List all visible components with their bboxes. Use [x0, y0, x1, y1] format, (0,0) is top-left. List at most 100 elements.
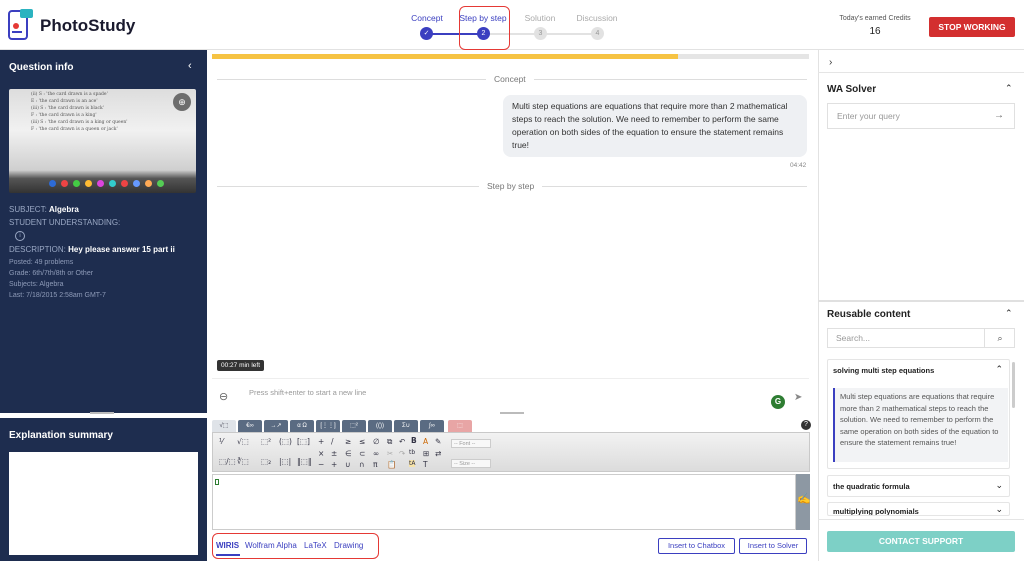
math-toolbar: ⅟ √⬚ ⬚² (⬚) [⬚] + / ≥ ≤ ∅ ⧉ ↶ B A ✎ -- F… [212, 432, 810, 472]
lte-icon[interactable]: ≤ [359, 437, 365, 446]
element-of-icon[interactable]: ∈ [345, 449, 352, 458]
chevron-left-icon[interactable]: ‹ [188, 60, 192, 72]
chevron-right-icon[interactable]: › [829, 57, 832, 68]
image-line: (iii) S : 'the card drawn is a king or q… [31, 120, 128, 125]
chat-input-placeholder: Press shift+enter to start a new line [249, 388, 367, 397]
resize-handle[interactable] [90, 412, 114, 414]
color-icon[interactable]: A [423, 437, 428, 446]
hand-icon: ✍ [797, 493, 811, 505]
editor-tab[interactable]: €∞ [238, 420, 262, 432]
progress-bar [212, 54, 809, 59]
help-icon[interactable]: ? [801, 420, 811, 430]
image-line: (iii) S : 'the card drawn is black' [31, 106, 104, 111]
step-label-discussion[interactable]: Discussion [562, 13, 632, 23]
editor-cursor [215, 479, 219, 485]
editor-tab[interactable]: →↗ [264, 420, 288, 432]
intersection-icon[interactable]: ∩ [359, 460, 365, 469]
check-icon[interactable]: ✓ [420, 27, 433, 40]
step-number-3[interactable]: 3 [534, 27, 547, 40]
image-line: F : 'the card drawn is a king' [31, 113, 97, 118]
explanation-input[interactable] [9, 452, 198, 555]
description-value: Hey please answer 15 part ii [68, 245, 175, 254]
times-icon[interactable]: × [318, 449, 324, 458]
scrollbar[interactable] [1012, 362, 1015, 408]
description-row: DESCRIPTION: Hey please answer 15 part i… [9, 245, 175, 254]
highlight-annotation-step [459, 6, 510, 50]
text-size-icon[interactable]: T [423, 460, 428, 469]
editor-tab[interactable]: ∫∞ [420, 420, 444, 432]
math-editor-area[interactable] [212, 474, 796, 530]
editor-tab[interactable]: (()) [368, 420, 392, 432]
editor-tab[interactable]: ⬚² [342, 420, 366, 432]
slash-icon[interactable]: / [331, 437, 334, 446]
bold-icon[interactable]: B [411, 436, 417, 445]
chevron-up-icon[interactable]: ⌃ [995, 364, 1003, 375]
app-name: PhotoStudy [40, 16, 136, 35]
plus-small-icon[interactable]: + [331, 460, 337, 469]
grammarly-icon[interactable]: G [771, 395, 785, 409]
arrow-right-icon[interactable]: → [994, 110, 1004, 121]
reusable-item-content[interactable]: Multi step equations are equations that … [833, 388, 1008, 462]
plus-icon[interactable]: + [318, 437, 324, 446]
chevron-down-icon[interactable]: ⌄ [995, 480, 1003, 491]
subscript-icon[interactable]: ⬚₂ [261, 457, 271, 466]
info-icon[interactable]: i [15, 231, 25, 241]
taskbar-icon [97, 180, 104, 187]
size-dropdown[interactable]: -- Size -- [451, 459, 491, 468]
stop-working-button[interactable]: STOP WORKING [929, 17, 1015, 37]
text-mode-icon[interactable]: tA [409, 460, 416, 467]
editor-tab[interactable]: [⋮⋮] [316, 420, 340, 432]
minus-icon[interactable]: − [318, 460, 324, 469]
plus-minus-icon[interactable]: ± [331, 449, 337, 458]
subset-icon[interactable]: ⊂ [359, 449, 365, 458]
divider [818, 300, 1024, 302]
mixed-fraction-icon[interactable]: ⬚/⬚ [219, 457, 236, 466]
chevron-up-icon[interactable]: ⌃ [1005, 83, 1013, 94]
editor-tab[interactable]: ⬚ [448, 420, 472, 432]
norm-icon[interactable]: ‖⬚‖ [297, 457, 312, 466]
nth-root-icon[interactable]: ∛⬚ [237, 457, 249, 466]
sqrt-icon[interactable]: √⬚ [237, 437, 249, 446]
editor-tab[interactable]: α Ω [290, 420, 314, 432]
insert-to-solver-button[interactable]: Insert to Solver [739, 538, 807, 554]
insert-to-chatbox-button[interactable]: Insert to Chatbox [658, 538, 735, 554]
cut-icon[interactable]: ✂ [387, 449, 393, 458]
empty-set-icon[interactable]: ∅ [373, 437, 380, 446]
step-number-4[interactable]: 4 [591, 27, 604, 40]
zoom-icon[interactable]: ⊕ [173, 93, 191, 111]
edit-icon[interactable]: ✎ [435, 437, 441, 446]
infinity-icon[interactable]: ∞ [373, 449, 379, 458]
question-image[interactable]: (ii) S : 'the card drawn is a spade' E :… [9, 89, 196, 193]
chevron-up-icon[interactable]: ⌃ [1005, 308, 1013, 319]
text-style-icon[interactable]: tb [409, 449, 415, 456]
section-label-concept: Concept [486, 74, 534, 84]
fraction-icon[interactable]: ⅟ [219, 437, 223, 446]
wa-query-input[interactable]: Enter your query [827, 103, 1015, 129]
gte-icon[interactable]: ≥ [345, 437, 351, 446]
paste-icon[interactable]: 📋 [387, 460, 396, 469]
editor-tab[interactable]: Σ∪ [394, 420, 418, 432]
reusable-item[interactable]: multiplying polynomials ⌄ [827, 502, 1010, 516]
copy-icon[interactable]: ⧉ [387, 437, 392, 447]
progress-fill [212, 54, 678, 59]
search-icon[interactable]: ⌕ [984, 328, 1015, 348]
last-active: Last: 7/18/2015 2:58am GMT-7 [9, 292, 106, 299]
union-icon[interactable]: ∪ [345, 460, 351, 469]
matrix-icon[interactable]: ⊞ [423, 449, 429, 458]
pi-icon[interactable]: π [373, 460, 378, 469]
font-dropdown[interactable]: -- Font -- [451, 439, 491, 448]
contact-support-button[interactable]: CONTACT SUPPORT [827, 531, 1015, 552]
redo-icon[interactable]: ↷ [399, 449, 405, 458]
abs-icon[interactable]: |⬚| [279, 457, 291, 466]
subject-row: SUBJECT: Algebra [9, 205, 79, 214]
undo-icon[interactable]: ↶ [399, 437, 405, 446]
reusable-item[interactable]: the quadratic formula ⌄ [827, 475, 1010, 497]
resize-handle[interactable] [500, 412, 524, 414]
insert-icon[interactable]: ⇄ [435, 449, 441, 458]
send-icon[interactable]: ➤ [794, 392, 802, 403]
editor-tab[interactable]: √⬚ [212, 420, 236, 432]
chevron-down-icon[interactable]: ⌄ [995, 504, 1003, 515]
superscript-icon[interactable]: ⬚² [261, 437, 271, 446]
brackets-icon[interactable]: [⬚] [297, 437, 310, 446]
parentheses-icon[interactable]: (⬚) [279, 437, 292, 446]
